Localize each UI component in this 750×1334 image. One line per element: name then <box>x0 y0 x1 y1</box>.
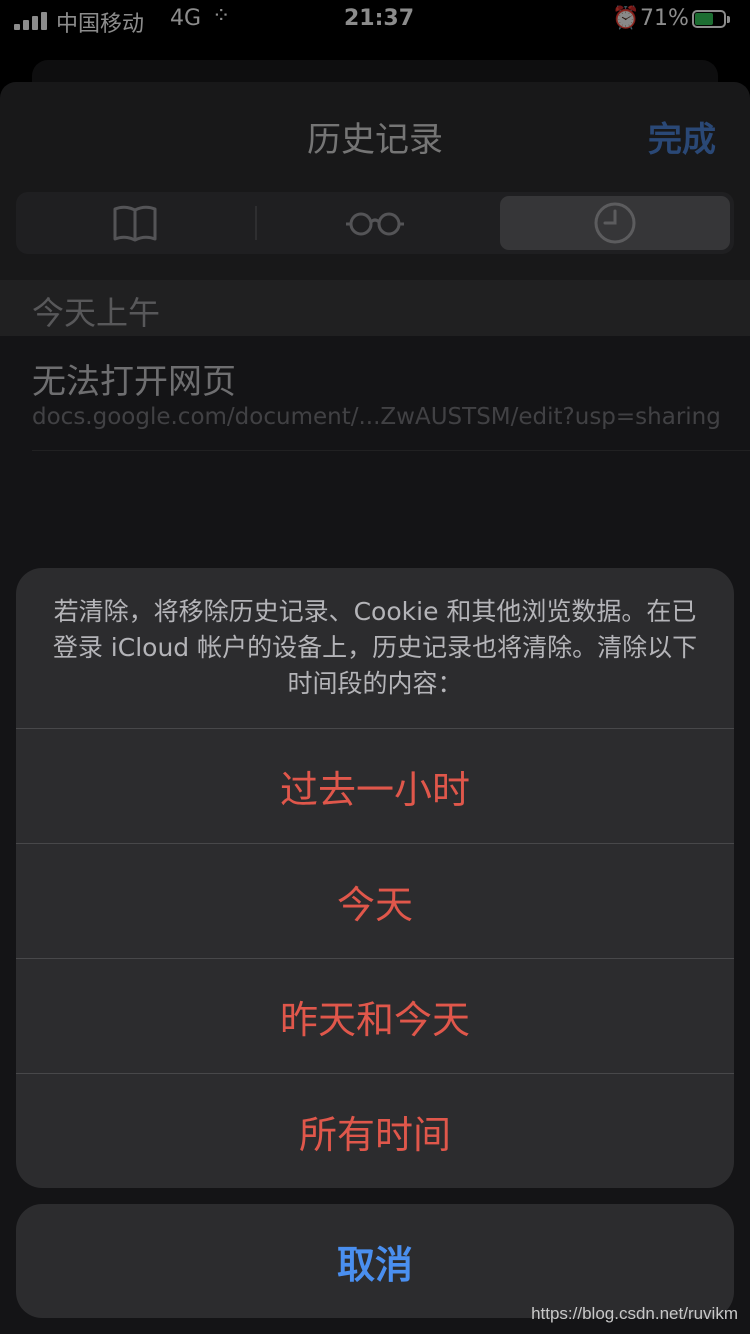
clear-all-time-button[interactable]: 所有时间 <box>16 1073 734 1188</box>
action-sheet-message: 若清除，将移除历史记录、Cookie 和其他浏览数据。在已登录 iCloud 帐… <box>52 597 698 698</box>
clear-yesterday-and-today-button[interactable]: 昨天和今天 <box>16 958 734 1073</box>
action-sheet: 若清除，将移除历史记录、Cookie 和其他浏览数据。在已登录 iCloud 帐… <box>16 568 734 1188</box>
watermark: https://blog.csdn.net/ruvikm <box>531 1304 738 1323</box>
cancel-button[interactable]: 取消 <box>16 1204 734 1318</box>
clear-today-button[interactable]: 今天 <box>16 843 734 958</box>
clear-last-hour-button[interactable]: 过去一小时 <box>16 728 734 843</box>
